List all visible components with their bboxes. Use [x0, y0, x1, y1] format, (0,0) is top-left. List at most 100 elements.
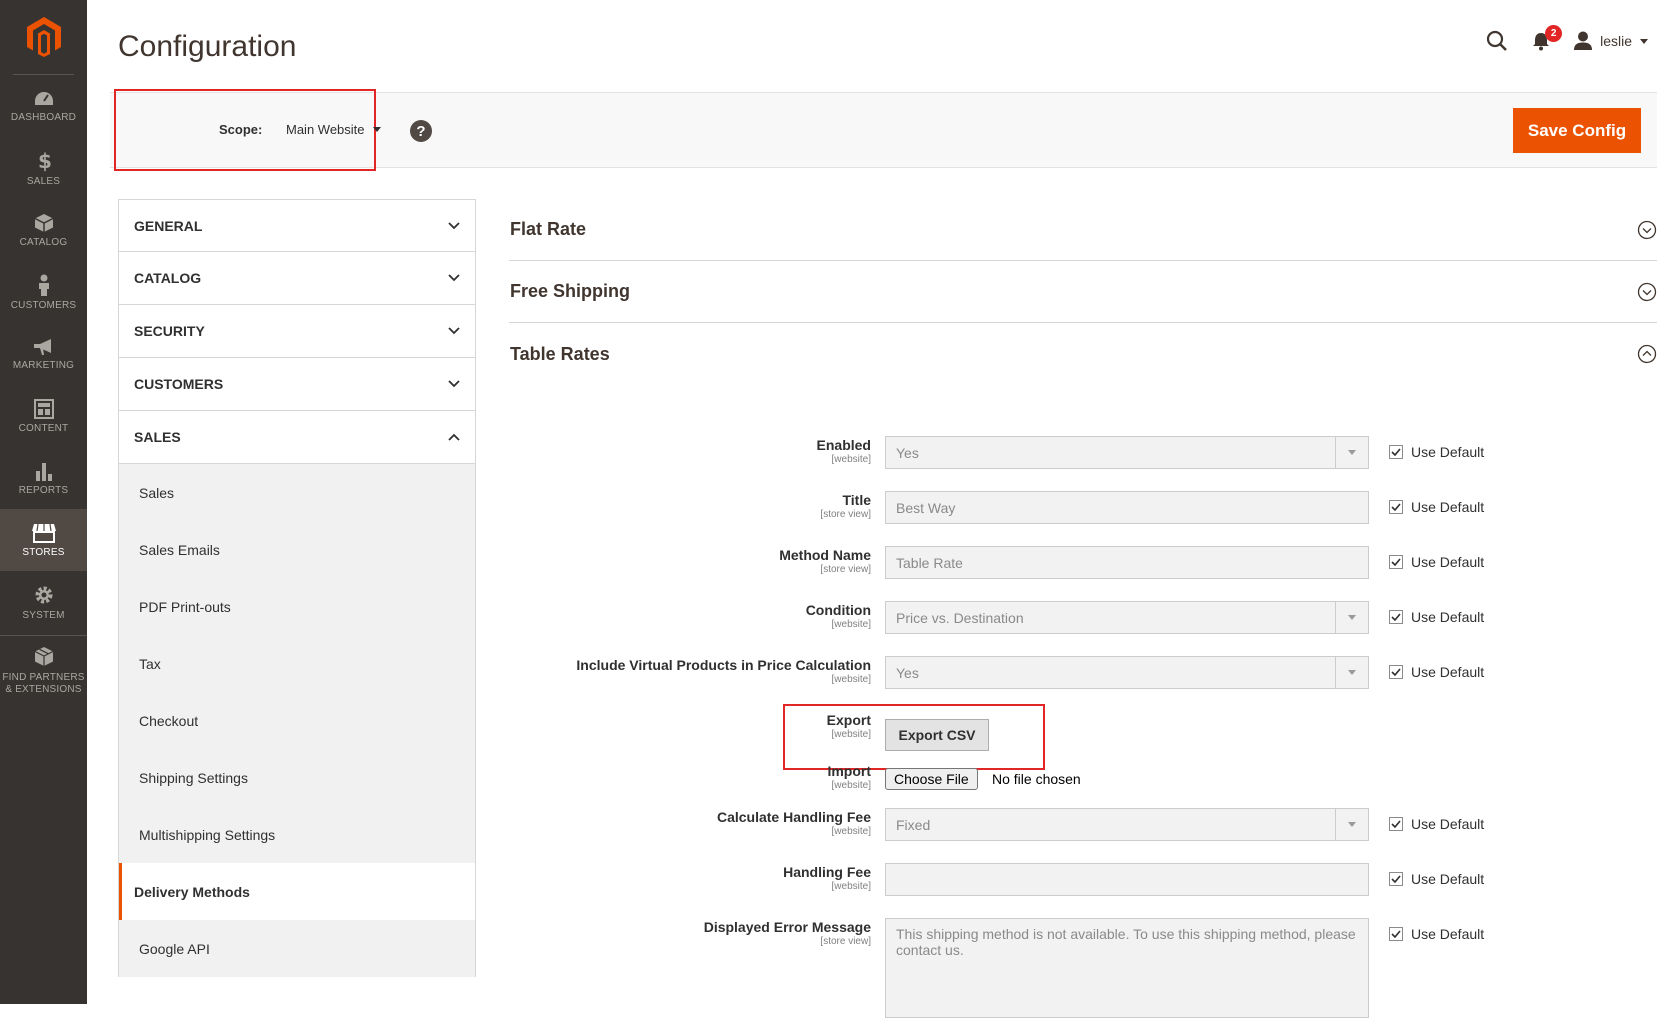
tab-group-catalog[interactable]: CATALOG	[118, 252, 476, 305]
expand-circle-icon	[1637, 220, 1657, 239]
handling-type-select[interactable]: Fixed	[885, 808, 1369, 841]
use-default-label: Use Default	[1411, 499, 1485, 515]
field-label: Include Virtual Products in Price Calcul…	[576, 657, 871, 673]
section-free-shipping[interactable]: Free Shipping	[509, 261, 1657, 323]
layout-icon	[33, 398, 54, 419]
scope-value: Main Website	[286, 122, 365, 137]
tab-group-sales[interactable]: SALES	[118, 411, 476, 464]
tab-shipping-settings[interactable]: Shipping Settings	[119, 749, 475, 806]
use-default-label: Use Default	[1411, 816, 1485, 832]
use-default-handling-type[interactable]: Use Default	[1389, 816, 1484, 832]
nav-dashboard-label: DASHBOARD	[10, 111, 77, 123]
tab-tax[interactable]: Tax	[119, 635, 475, 692]
error-message-textarea[interactable]: This shipping method is not available. T…	[885, 918, 1369, 1018]
tab-pdf-printouts[interactable]: PDF Print-outs	[119, 578, 475, 635]
nav-reports[interactable]: REPORTS	[0, 447, 87, 509]
include-virtual-select[interactable]: Yes	[885, 656, 1369, 689]
nav-sales[interactable]: $ SALES	[0, 137, 87, 199]
checkbox[interactable]	[1389, 500, 1403, 514]
main-content: Configuration 2 leslie Scope: Main Websi…	[87, 0, 1678, 1018]
field-row-method-name: Method Name [store view] Table Rate Use D…	[509, 539, 1657, 594]
tab-multishipping-settings[interactable]: Multishipping Settings	[119, 806, 475, 863]
export-csv-button[interactable]: Export CSV	[885, 719, 989, 751]
checkbox[interactable]	[1389, 665, 1403, 679]
nav-marketing[interactable]: MARKETING	[0, 323, 87, 385]
section-flat-rate[interactable]: Flat Rate	[509, 199, 1657, 261]
field-row-error-message: Displayed Error Message [store view] This…	[509, 911, 1657, 1031]
nav-find-partners[interactable]: FIND PARTNERS & EXTENSIONS	[0, 635, 87, 705]
field-scope: [store view]	[820, 509, 871, 520]
notification-count-badge: 2	[1545, 25, 1563, 42]
use-default-enabled[interactable]: Use Default	[1389, 444, 1484, 460]
checkmark-icon	[1391, 448, 1401, 456]
nav-partners-label-2: & EXTENSIONS	[5, 683, 82, 695]
field-scope: [website]	[831, 729, 871, 740]
field-scope: [website]	[831, 454, 871, 465]
scope-switcher[interactable]: Main Website	[286, 122, 381, 137]
checkbox[interactable]	[1389, 610, 1403, 624]
checkbox[interactable]	[1389, 927, 1403, 941]
user-menu[interactable]: leslie	[1574, 31, 1648, 51]
select-value: Yes	[896, 444, 919, 461]
checkmark-icon	[1391, 503, 1401, 511]
save-config-button[interactable]: Save Config	[1513, 108, 1641, 153]
admin-nav: DASHBOARD $ SALES CATALOG CUSTOMERS MARK…	[0, 0, 87, 1004]
field-label: Export	[826, 712, 871, 728]
title-input[interactable]: Best Way	[885, 491, 1369, 524]
checkbox[interactable]	[1389, 817, 1403, 831]
use-default-condition[interactable]: Use Default	[1389, 609, 1484, 625]
use-default-handling-fee[interactable]: Use Default	[1389, 871, 1484, 887]
nav-customers[interactable]: CUSTOMERS	[0, 261, 87, 323]
tab-sales-emails[interactable]: Sales Emails	[119, 521, 475, 578]
caret-down-icon	[1640, 38, 1648, 44]
use-default-title[interactable]: Use Default	[1389, 499, 1484, 515]
magento-logo[interactable]	[13, 0, 74, 75]
field-row-title: Title [store view] Best Way Use Default	[509, 484, 1657, 539]
nav-dashboard[interactable]: DASHBOARD	[0, 75, 87, 137]
enabled-select[interactable]: Yes	[885, 436, 1369, 469]
field-scope: [website]	[831, 881, 871, 892]
field-scope: [website]	[831, 780, 871, 791]
checkbox[interactable]	[1389, 445, 1403, 459]
scope-help-icon[interactable]: ?	[410, 120, 432, 142]
tab-sales[interactable]: Sales	[119, 464, 475, 521]
field-row-handling-type: Calculate Handling Fee [website] Fixed Us…	[509, 801, 1657, 856]
checkmark-icon	[1391, 668, 1401, 676]
field-scope: [website]	[831, 619, 871, 630]
bar-chart-icon	[35, 462, 52, 481]
chevron-down-icon	[448, 221, 460, 229]
checkbox[interactable]	[1389, 872, 1403, 886]
chevron-down-icon	[448, 327, 460, 335]
tab-group-general[interactable]: GENERAL	[118, 199, 476, 252]
tab-checkout[interactable]: Checkout	[119, 692, 475, 749]
tab-google-api[interactable]: Google API	[119, 920, 475, 977]
checkmark-icon	[1391, 613, 1401, 621]
handling-fee-input[interactable]	[885, 863, 1369, 896]
nav-catalog[interactable]: CATALOG	[0, 199, 87, 261]
field-scope: [store view]	[820, 564, 871, 575]
tab-group-label: CUSTOMERS	[134, 376, 224, 392]
section-table-rates[interactable]: Table Rates	[509, 323, 1657, 385]
checkmark-icon	[1391, 930, 1401, 938]
use-default-error-message[interactable]: Use Default	[1389, 926, 1484, 942]
tab-delivery-methods[interactable]: Delivery Methods	[119, 863, 475, 920]
search-icon	[1486, 30, 1507, 51]
chevron-down-icon	[448, 274, 460, 282]
sales-subtabs: Sales Sales Emails PDF Print-outs Tax Ch…	[118, 464, 476, 977]
notifications-button[interactable]: 2	[1532, 25, 1563, 51]
megaphone-icon	[33, 338, 51, 355]
nav-content[interactable]: CONTENT	[0, 385, 87, 447]
condition-select[interactable]: Price vs. Destination	[885, 601, 1369, 634]
nav-stores[interactable]: STORES	[0, 509, 87, 571]
global-search-button[interactable]	[1486, 30, 1508, 52]
method-name-input[interactable]: Table Rate	[885, 546, 1369, 579]
checkbox[interactable]	[1389, 555, 1403, 569]
tab-group-customers[interactable]: CUSTOMERS	[118, 358, 476, 411]
use-default-include-virtual[interactable]: Use Default	[1389, 664, 1484, 680]
section-title: Free Shipping	[510, 281, 631, 301]
tab-group-security[interactable]: SECURITY	[118, 305, 476, 358]
field-row-export: Export [website] Export CSV	[509, 704, 1657, 770]
use-default-method-name[interactable]: Use Default	[1389, 554, 1484, 570]
nav-system[interactable]: SYSTEM	[0, 571, 87, 633]
choose-file-button[interactable]: Choose File	[885, 768, 978, 790]
